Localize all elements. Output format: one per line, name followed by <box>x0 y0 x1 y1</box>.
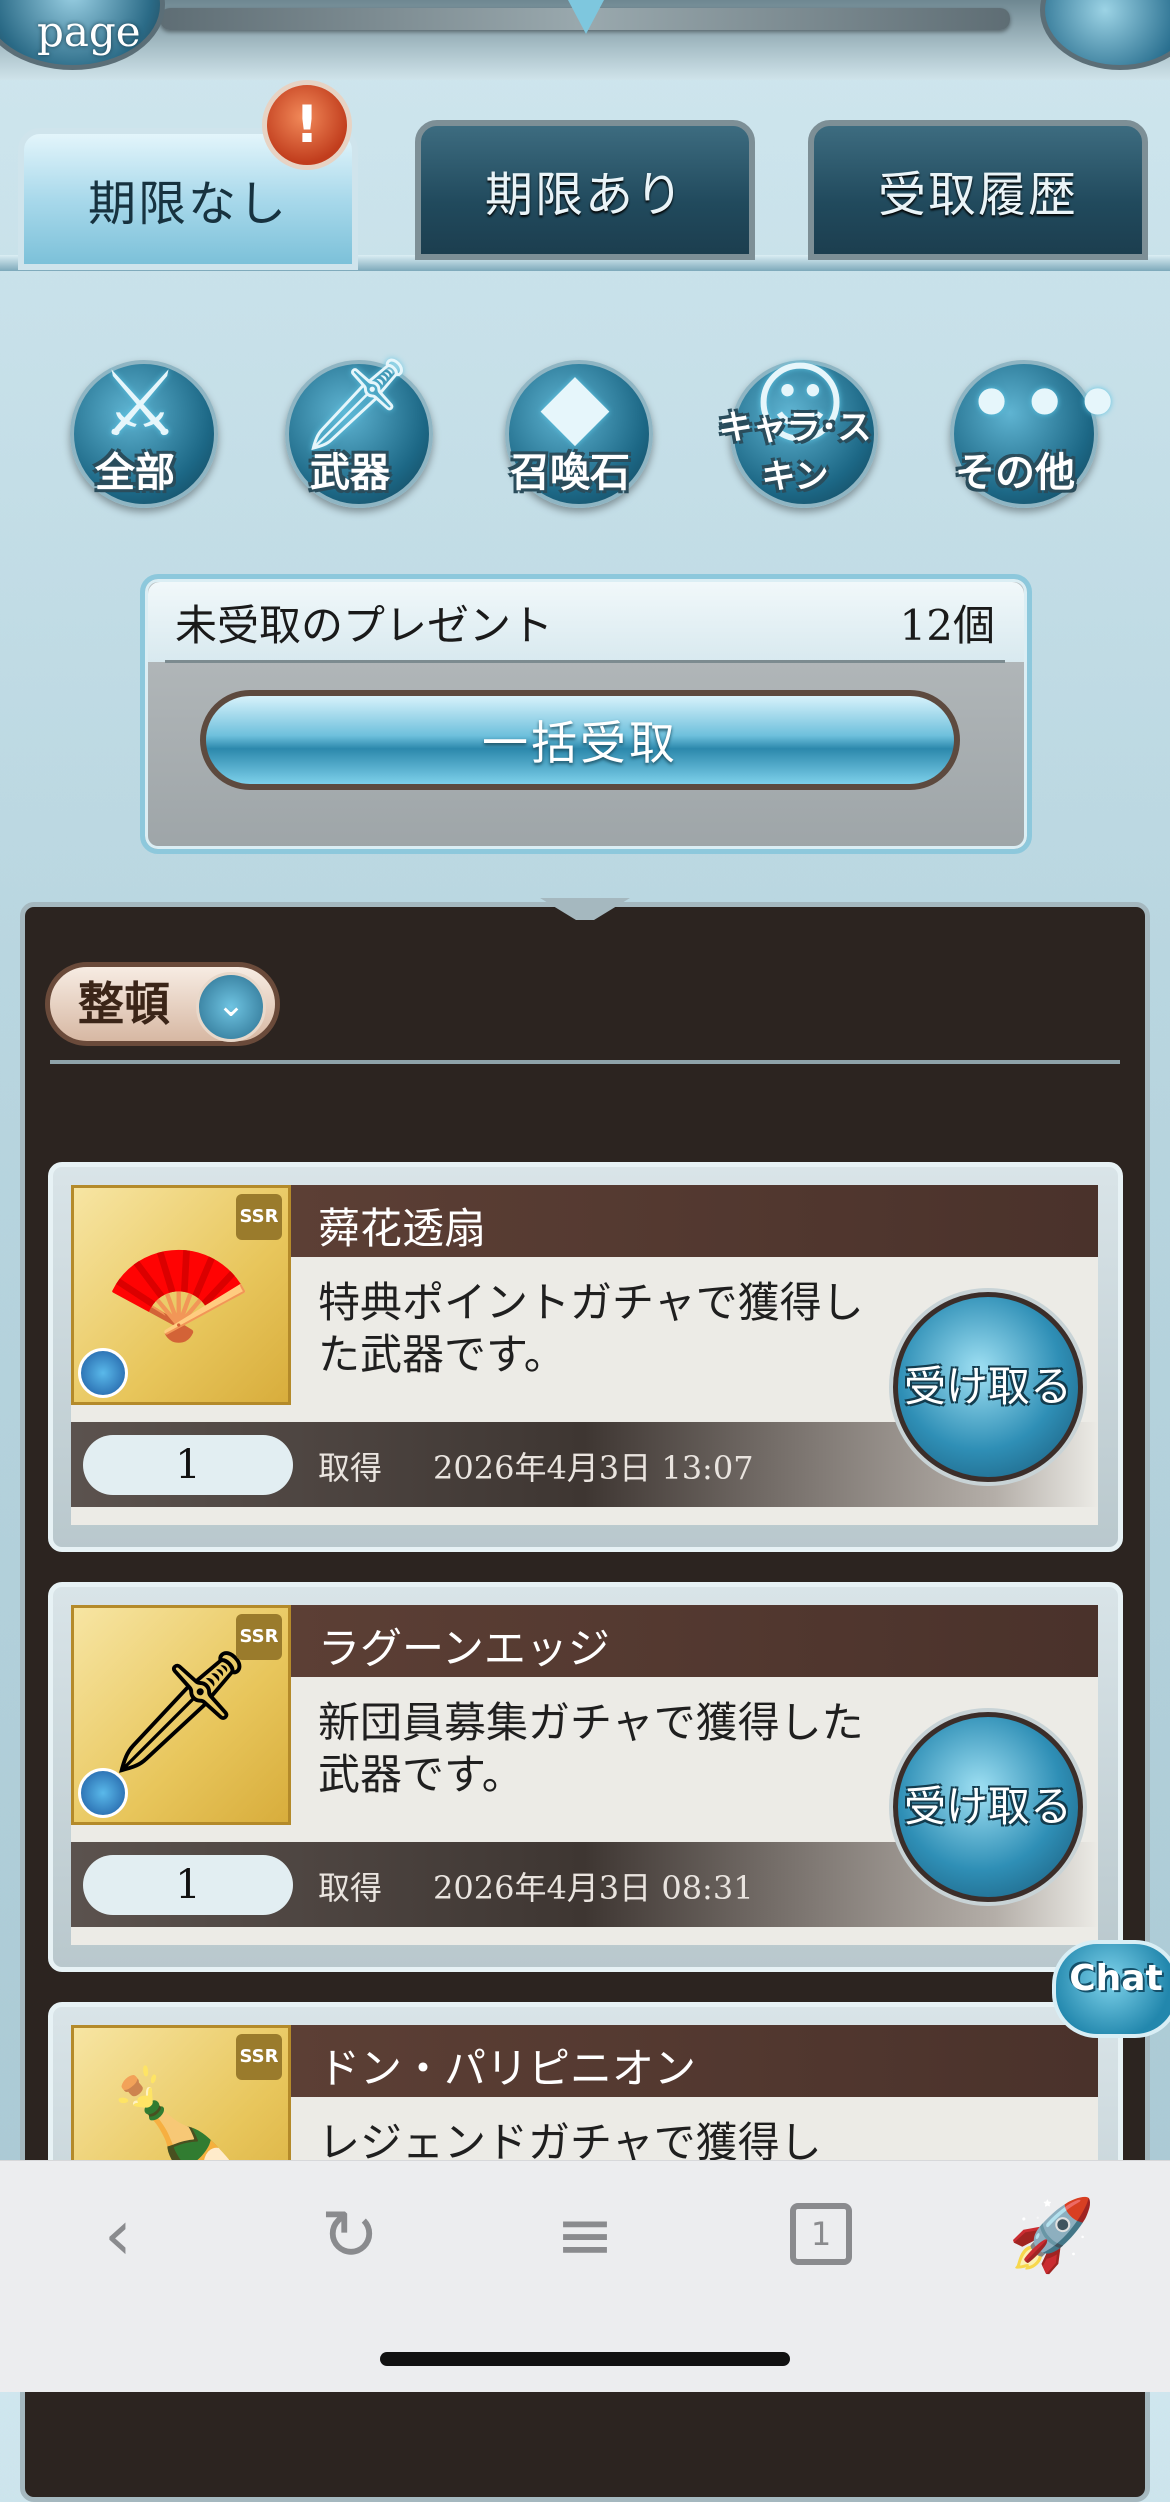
home-indicator <box>380 2352 790 2366</box>
item-name: ラグーンエッジ <box>318 1624 610 1673</box>
acquired-date: 2026年4月3日 08:31 <box>433 1869 754 1907</box>
chat-button[interactable]: Chat <box>1052 1940 1170 2038</box>
menu-icon[interactable]: ≡ <box>525 2185 645 2285</box>
water-element-icon <box>78 1768 128 1818</box>
item-thumbnail[interactable]: 🗡 SSR <box>71 1605 291 1825</box>
sort-chevron-icon[interactable]: ⌄ <box>196 972 266 1042</box>
reload-icon[interactable]: ↻ <box>290 2185 410 2285</box>
receive-button[interactable]: 受け取る <box>893 1712 1083 1902</box>
sort-divider <box>50 1060 1120 1064</box>
item-quantity: 1 <box>83 1855 293 1915</box>
receive-button[interactable]: 受け取る <box>893 1292 1083 1482</box>
item-description: 特典ポイントガチャで獲得した武器です。 <box>318 1278 864 1379</box>
category-weapon[interactable]: 🗡 武器 <box>260 330 440 510</box>
rarity-badge: SSR <box>236 2034 282 2080</box>
summary-count: 12個 <box>899 601 995 650</box>
rarity-badge: SSR <box>236 1194 282 1240</box>
tab-with-expiry[interactable]: 期限あり <box>415 120 755 260</box>
summary-title: 未受取のプレゼント <box>175 601 554 650</box>
present-item: 🗡 SSR ラグーンエッジ 新団員募集ガチャで獲得した武器です。 1 取得 20… <box>48 1582 1123 1972</box>
blade-weapon-icon: 🗡 <box>104 1643 257 1782</box>
item-quantity: 1 <box>83 1435 293 1495</box>
tabs-button[interactable]: 1 <box>760 2185 880 2285</box>
category-character-skin[interactable]: ☺ キャラ･スキン <box>705 330 885 510</box>
present-item: 🪭 SSR 蕣花透扇 特典ポイントガチャで獲得した武器です。 1 取得 2026… <box>48 1162 1123 1552</box>
water-element-icon <box>78 1348 128 1398</box>
tab-count: 1 <box>790 2203 852 2265</box>
bulk-receive-button[interactable]: 一括受取 <box>200 690 960 790</box>
back-icon[interactable]: ‹ <box>58 2185 178 2285</box>
page-badge-label: page <box>37 7 141 56</box>
item-thumbnail[interactable]: 🪭 SSR <box>71 1185 291 1405</box>
item-description: 新団員募集ガチャで獲得した武器です。 <box>318 1698 864 1799</box>
fan-weapon-icon: 🪭 <box>104 1223 254 1362</box>
rocket-icon[interactable]: 🚀 <box>992 2185 1112 2285</box>
item-name: 蕣花透扇 <box>318 1204 487 1253</box>
summary-divider <box>165 660 1005 663</box>
category-all[interactable]: ⚔ 全部 <box>45 330 225 510</box>
tab-history[interactable]: 受取履歴 <box>808 120 1148 260</box>
category-summon[interactable]: ◆ 召喚石 <box>480 330 660 510</box>
category-other[interactable]: ••• その他 <box>925 330 1124 510</box>
alert-badge: ! <box>262 80 352 170</box>
acquired-date: 2026年4月3日 13:07 <box>433 1449 754 1487</box>
acquired-label: 取得 <box>318 1869 383 1907</box>
acquired-label: 取得 <box>318 1449 383 1487</box>
rarity-badge: SSR <box>236 1614 282 1660</box>
item-name: ドン・パリピニオン <box>318 2044 697 2093</box>
